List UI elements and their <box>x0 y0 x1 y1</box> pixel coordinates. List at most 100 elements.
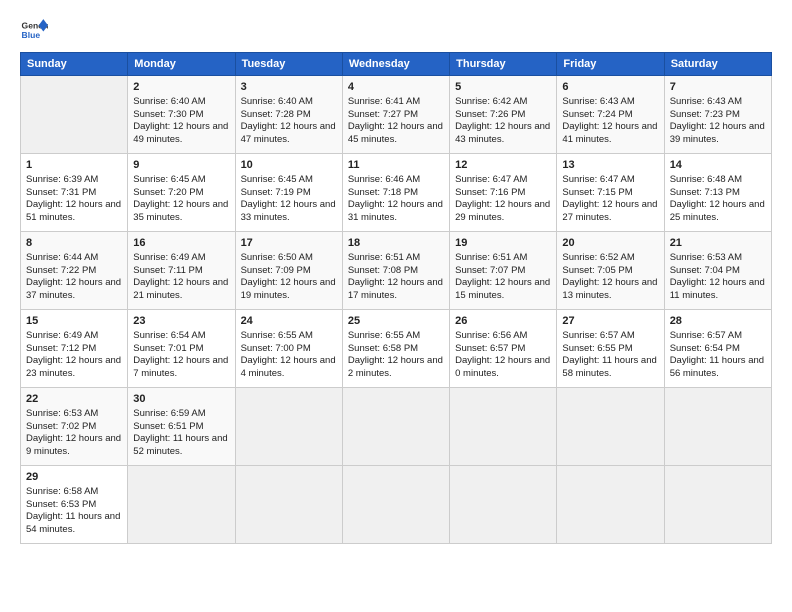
week-row-5: 29Sunrise: 6:58 AMSunset: 6:53 PMDayligh… <box>21 466 772 544</box>
week-row-3: 15Sunrise: 6:49 AMSunset: 7:12 PMDayligh… <box>21 310 772 388</box>
day-info: Daylight: 12 hours and 19 minutes. <box>241 277 337 303</box>
day-info: Sunrise: 6:47 AM <box>562 174 658 187</box>
day-number: 16 <box>133 236 229 251</box>
day-number: 23 <box>133 314 229 329</box>
day-info: Daylight: 12 hours and 4 minutes. <box>241 355 337 381</box>
day-info: Sunset: 7:09 PM <box>241 265 337 278</box>
day-info: Sunrise: 6:45 AM <box>241 174 337 187</box>
calendar-cell: 22Sunrise: 6:53 AMSunset: 7:02 PMDayligh… <box>21 388 128 466</box>
day-number: 2 <box>133 80 229 95</box>
day-number: 15 <box>26 314 122 329</box>
day-info: Sunset: 6:53 PM <box>26 499 122 512</box>
day-info: Sunrise: 6:47 AM <box>455 174 551 187</box>
calendar-cell: 27Sunrise: 6:57 AMSunset: 6:55 PMDayligh… <box>557 310 664 388</box>
day-info: Sunset: 7:28 PM <box>241 109 337 122</box>
header-row: SundayMondayTuesdayWednesdayThursdayFrid… <box>21 53 772 76</box>
calendar-cell: 16Sunrise: 6:49 AMSunset: 7:11 PMDayligh… <box>128 232 235 310</box>
calendar-cell: 25Sunrise: 6:55 AMSunset: 6:58 PMDayligh… <box>342 310 449 388</box>
day-number: 20 <box>562 236 658 251</box>
day-info: Sunrise: 6:51 AM <box>455 252 551 265</box>
day-info: Sunrise: 6:51 AM <box>348 252 444 265</box>
day-info: Sunrise: 6:53 AM <box>26 408 122 421</box>
calendar-cell: 7Sunrise: 6:43 AMSunset: 7:23 PMDaylight… <box>664 76 771 154</box>
day-info: Sunset: 7:23 PM <box>670 109 766 122</box>
day-number: 29 <box>26 470 122 485</box>
day-info: Sunrise: 6:49 AM <box>133 252 229 265</box>
calendar-cell: 19Sunrise: 6:51 AMSunset: 7:07 PMDayligh… <box>450 232 557 310</box>
day-info: Sunrise: 6:53 AM <box>670 252 766 265</box>
day-info: Sunrise: 6:43 AM <box>670 96 766 109</box>
day-number: 21 <box>670 236 766 251</box>
day-info: Sunrise: 6:48 AM <box>670 174 766 187</box>
day-info: Sunset: 6:55 PM <box>562 343 658 356</box>
day-info: Sunset: 7:26 PM <box>455 109 551 122</box>
day-info: Sunrise: 6:41 AM <box>348 96 444 109</box>
day-number: 5 <box>455 80 551 95</box>
day-info: Daylight: 12 hours and 33 minutes. <box>241 199 337 225</box>
day-info: Sunrise: 6:49 AM <box>26 330 122 343</box>
week-row-1: 1Sunrise: 6:39 AMSunset: 7:31 PMDaylight… <box>21 154 772 232</box>
day-info: Sunrise: 6:57 AM <box>670 330 766 343</box>
day-info: Daylight: 12 hours and 47 minutes. <box>241 121 337 147</box>
day-info: Sunset: 7:04 PM <box>670 265 766 278</box>
day-number: 7 <box>670 80 766 95</box>
calendar-cell: 20Sunrise: 6:52 AMSunset: 7:05 PMDayligh… <box>557 232 664 310</box>
day-info: Sunset: 7:08 PM <box>348 265 444 278</box>
calendar-cell: 3Sunrise: 6:40 AMSunset: 7:28 PMDaylight… <box>235 76 342 154</box>
day-info: Sunset: 7:31 PM <box>26 187 122 200</box>
day-info: Sunrise: 6:43 AM <box>562 96 658 109</box>
day-info: Sunrise: 6:40 AM <box>241 96 337 109</box>
day-number: 8 <box>26 236 122 251</box>
day-number: 12 <box>455 158 551 173</box>
day-info: Daylight: 12 hours and 0 minutes. <box>455 355 551 381</box>
calendar-cell: 26Sunrise: 6:56 AMSunset: 6:57 PMDayligh… <box>450 310 557 388</box>
calendar-cell <box>557 388 664 466</box>
day-info: Sunset: 6:57 PM <box>455 343 551 356</box>
day-info: Sunset: 7:13 PM <box>670 187 766 200</box>
day-info: Sunset: 7:20 PM <box>133 187 229 200</box>
calendar-cell: 18Sunrise: 6:51 AMSunset: 7:08 PMDayligh… <box>342 232 449 310</box>
day-number: 4 <box>348 80 444 95</box>
day-info: Sunrise: 6:39 AM <box>26 174 122 187</box>
day-info: Daylight: 11 hours and 58 minutes. <box>562 355 658 381</box>
calendar-cell: 21Sunrise: 6:53 AMSunset: 7:04 PMDayligh… <box>664 232 771 310</box>
day-info: Sunset: 7:02 PM <box>26 421 122 434</box>
day-info: Daylight: 12 hours and 7 minutes. <box>133 355 229 381</box>
calendar-cell: 8Sunrise: 6:44 AMSunset: 7:22 PMDaylight… <box>21 232 128 310</box>
day-number: 3 <box>241 80 337 95</box>
logo: General Blue <box>20 16 52 44</box>
day-info: Sunrise: 6:54 AM <box>133 330 229 343</box>
calendar-cell <box>235 466 342 544</box>
day-info: Daylight: 12 hours and 13 minutes. <box>562 277 658 303</box>
day-info: Sunrise: 6:40 AM <box>133 96 229 109</box>
day-number: 27 <box>562 314 658 329</box>
day-info: Daylight: 12 hours and 45 minutes. <box>348 121 444 147</box>
calendar-cell: 5Sunrise: 6:42 AMSunset: 7:26 PMDaylight… <box>450 76 557 154</box>
day-info: Daylight: 12 hours and 17 minutes. <box>348 277 444 303</box>
calendar-cell: 2Sunrise: 6:40 AMSunset: 7:30 PMDaylight… <box>128 76 235 154</box>
day-info: Daylight: 12 hours and 39 minutes. <box>670 121 766 147</box>
calendar-cell <box>664 388 771 466</box>
calendar-cell <box>235 388 342 466</box>
day-info: Daylight: 12 hours and 11 minutes. <box>670 277 766 303</box>
day-info: Sunset: 7:15 PM <box>562 187 658 200</box>
day-number: 9 <box>133 158 229 173</box>
day-info: Daylight: 12 hours and 37 minutes. <box>26 277 122 303</box>
day-info: Sunrise: 6:45 AM <box>133 174 229 187</box>
calendar-cell <box>342 388 449 466</box>
calendar-cell: 11Sunrise: 6:46 AMSunset: 7:18 PMDayligh… <box>342 154 449 232</box>
day-info: Sunset: 7:05 PM <box>562 265 658 278</box>
day-info: Sunrise: 6:56 AM <box>455 330 551 343</box>
calendar-cell: 10Sunrise: 6:45 AMSunset: 7:19 PMDayligh… <box>235 154 342 232</box>
calendar-cell: 12Sunrise: 6:47 AMSunset: 7:16 PMDayligh… <box>450 154 557 232</box>
calendar-cell: 13Sunrise: 6:47 AMSunset: 7:15 PMDayligh… <box>557 154 664 232</box>
calendar-cell: 30Sunrise: 6:59 AMSunset: 6:51 PMDayligh… <box>128 388 235 466</box>
calendar-table: SundayMondayTuesdayWednesdayThursdayFrid… <box>20 52 772 544</box>
day-info: Sunset: 7:19 PM <box>241 187 337 200</box>
day-number: 25 <box>348 314 444 329</box>
day-info: Daylight: 12 hours and 15 minutes. <box>455 277 551 303</box>
calendar-cell <box>128 466 235 544</box>
calendar-cell: 9Sunrise: 6:45 AMSunset: 7:20 PMDaylight… <box>128 154 235 232</box>
calendar-cell <box>342 466 449 544</box>
day-info: Sunrise: 6:55 AM <box>241 330 337 343</box>
